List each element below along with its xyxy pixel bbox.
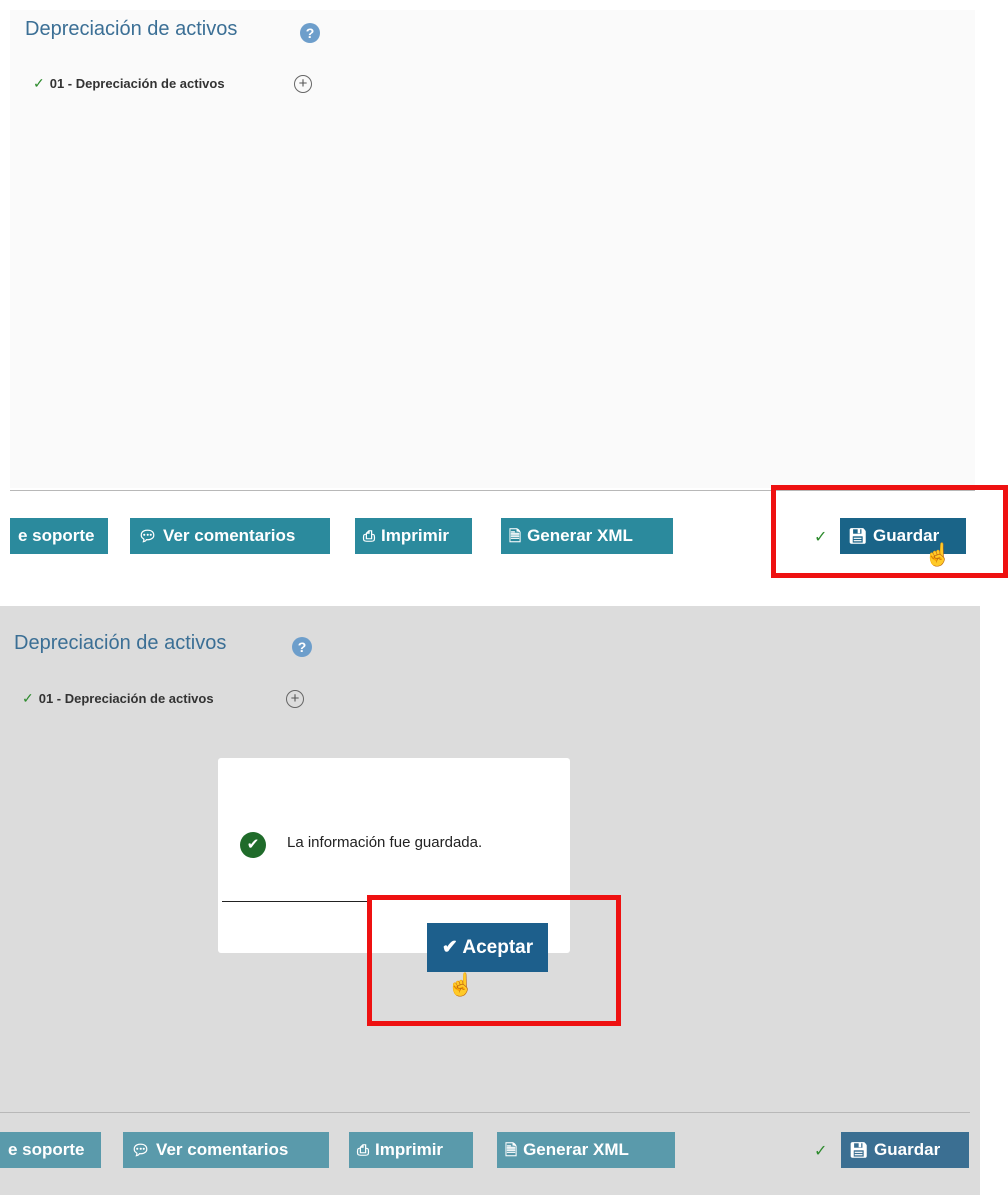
imprimir-button[interactable]: ⎙ Imprimir	[355, 518, 472, 554]
soporte-button[interactable]: e soporte	[10, 518, 108, 554]
guardar-button[interactable]: 💾︎ Guardar	[841, 1132, 969, 1168]
ver-comentarios-button[interactable]: 💬︎ Ver comentarios	[130, 518, 330, 554]
section-label: 01 - Depreciación de activos	[38, 691, 214, 706]
section-item[interactable]: ✓ 01 - Depreciación de activos	[22, 690, 214, 707]
section-label: 01 - Depreciación de activos	[49, 76, 225, 91]
help-icon[interactable]: ?	[300, 23, 320, 43]
toolbar-divider	[0, 1112, 970, 1113]
comment-icon: 💬︎	[131, 1142, 151, 1159]
floppy-disk-icon: 💾︎	[849, 1142, 869, 1159]
help-icon[interactable]: ?	[292, 637, 312, 657]
section-item[interactable]: ✓ 01 - Depreciación de activos	[33, 75, 225, 92]
print-icon: ⎙	[363, 528, 376, 545]
dialog-message: La información fue guardada.	[287, 834, 483, 851]
check-icon: ✓	[22, 690, 34, 706]
page-title: Depreciación de activos	[14, 632, 227, 654]
page-title: Depreciación de activos	[25, 18, 238, 40]
highlight-box	[367, 895, 621, 1026]
dialog-divider	[222, 901, 367, 902]
print-icon: ⎙	[357, 1142, 370, 1159]
soporte-button[interactable]: e soporte	[0, 1132, 101, 1168]
generar-xml-button[interactable]: 🗎︎ Generar XML	[497, 1132, 675, 1168]
saved-check-icon: ✓	[814, 1143, 828, 1160]
screenshot-before-save: Depreciación de activos ? ✓ 01 - Deprecia…	[0, 0, 1008, 590]
xml-file-icon: 🗎︎	[509, 528, 522, 545]
imprimir-button[interactable]: ⎙ Imprimir	[349, 1132, 473, 1168]
check-circle-icon: ✔	[240, 832, 266, 858]
highlight-box	[771, 485, 1008, 578]
check-icon: ✓	[33, 75, 45, 91]
add-section-icon[interactable]: +	[286, 690, 304, 708]
xml-file-icon: 🗎︎	[505, 1142, 518, 1159]
comment-icon: 💬︎	[138, 528, 158, 545]
add-section-icon[interactable]: +	[294, 75, 312, 93]
ver-comentarios-button[interactable]: 💬︎ Ver comentarios	[123, 1132, 329, 1168]
generar-xml-button[interactable]: 🗎︎ Generar XML	[501, 518, 673, 554]
